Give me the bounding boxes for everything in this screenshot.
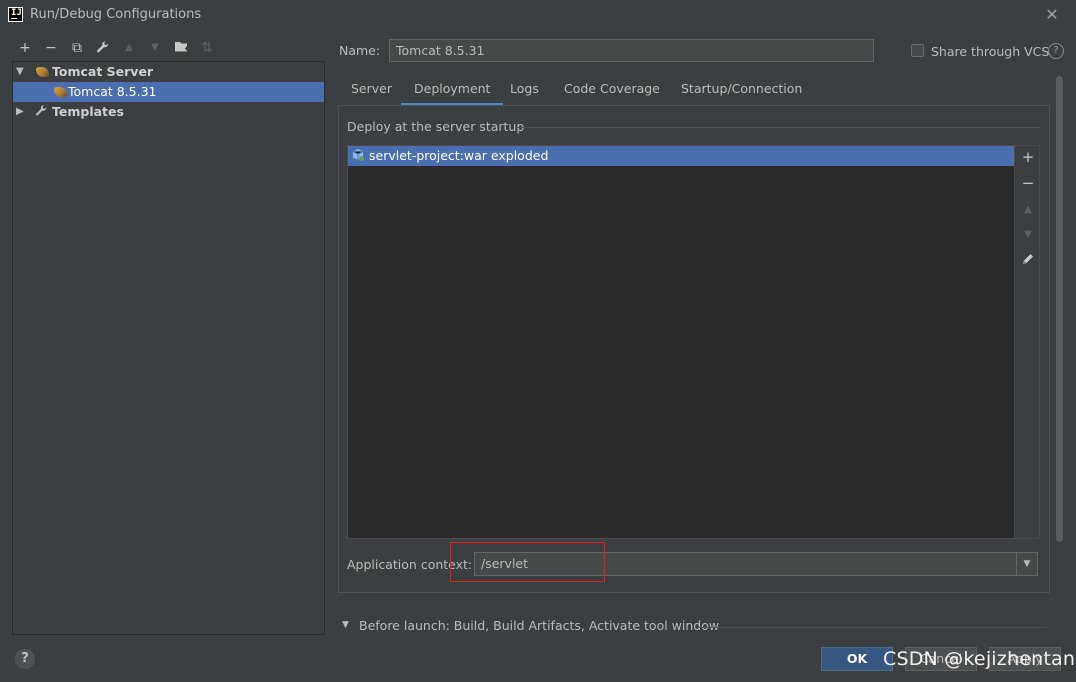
- deploy-group-title: Deploy at the server startup: [347, 119, 525, 134]
- group-divider: [516, 127, 1040, 128]
- tree-group-templates[interactable]: ▶ Templates: [13, 102, 324, 122]
- help-icon[interactable]: ?: [1048, 43, 1064, 59]
- watermark: CSDN @kejizhentan: [883, 648, 1076, 670]
- tree-item-label: Tomcat 8.5.31: [68, 84, 157, 99]
- name-label: Name:: [339, 43, 381, 58]
- add-icon[interactable]: +: [1019, 148, 1037, 166]
- before-launch-label[interactable]: Before launch: Build, Build Artifacts, A…: [359, 618, 719, 633]
- configuration-tree: ▼ Tomcat Server Tomcat 8.5.31 ▶ Template…: [12, 61, 325, 635]
- edit-pencil-icon[interactable]: [1019, 252, 1037, 270]
- tree-group-tomcat-server[interactable]: ▼ Tomcat Server: [13, 62, 324, 82]
- close-icon[interactable]: ✕: [1044, 5, 1060, 24]
- tree-item-tomcat-config[interactable]: Tomcat 8.5.31: [13, 82, 324, 102]
- intellij-app-icon: IJ: [8, 7, 23, 22]
- chevron-down-icon[interactable]: ▼: [1016, 552, 1038, 576]
- tree-templates-label: Templates: [52, 104, 124, 119]
- move-down-icon[interactable]: ▼: [147, 40, 163, 56]
- expand-arrow-icon[interactable]: ▼: [16, 62, 24, 82]
- tab-logs[interactable]: Logs: [510, 81, 539, 103]
- new-folder-icon[interactable]: [173, 40, 189, 56]
- move-down-icon[interactable]: ▼: [1019, 226, 1037, 244]
- before-launch-divider: [697, 627, 1047, 628]
- list-item[interactable]: servlet-project:war exploded: [348, 146, 1014, 166]
- artifact-icon: [351, 148, 365, 162]
- add-icon[interactable]: +: [17, 40, 33, 56]
- tomcat-icon: [54, 87, 67, 97]
- copy-icon[interactable]: ⧉: [69, 40, 85, 56]
- tab-deployment[interactable]: Deployment: [401, 81, 504, 106]
- help-button[interactable]: ?: [15, 649, 35, 669]
- tab-server[interactable]: Server: [351, 81, 392, 103]
- highlight-box: [450, 542, 605, 582]
- remove-icon[interactable]: −: [43, 40, 59, 56]
- sort-icon[interactable]: ⇅: [199, 40, 215, 56]
- share-vcs-checkbox[interactable]: [911, 44, 924, 57]
- move-up-icon[interactable]: ▲: [1019, 201, 1037, 219]
- window-title: Run/Debug Configurations: [30, 7, 202, 22]
- collapse-arrow-icon[interactable]: ▶: [16, 102, 24, 122]
- share-vcs-label: Share through VCS: [931, 44, 1050, 59]
- wrench-icon: [35, 102, 48, 122]
- tab-code-coverage[interactable]: Code Coverage: [564, 81, 660, 103]
- tomcat-icon: [36, 67, 49, 77]
- move-up-icon[interactable]: ▲: [121, 40, 137, 56]
- list-item-label: servlet-project:war exploded: [369, 148, 549, 163]
- tab-startup-connection[interactable]: Startup/Connection: [681, 81, 802, 103]
- remove-icon[interactable]: −: [1019, 174, 1037, 192]
- scrollbar-thumb[interactable]: [1056, 76, 1063, 542]
- name-input[interactable]: Tomcat 8.5.31: [389, 39, 874, 62]
- wrench-icon[interactable]: [95, 40, 111, 56]
- tree-group-label: Tomcat Server: [52, 64, 154, 79]
- before-launch-expand-icon[interactable]: ▼: [342, 620, 349, 630]
- deployment-list[interactable]: [347, 145, 1015, 539]
